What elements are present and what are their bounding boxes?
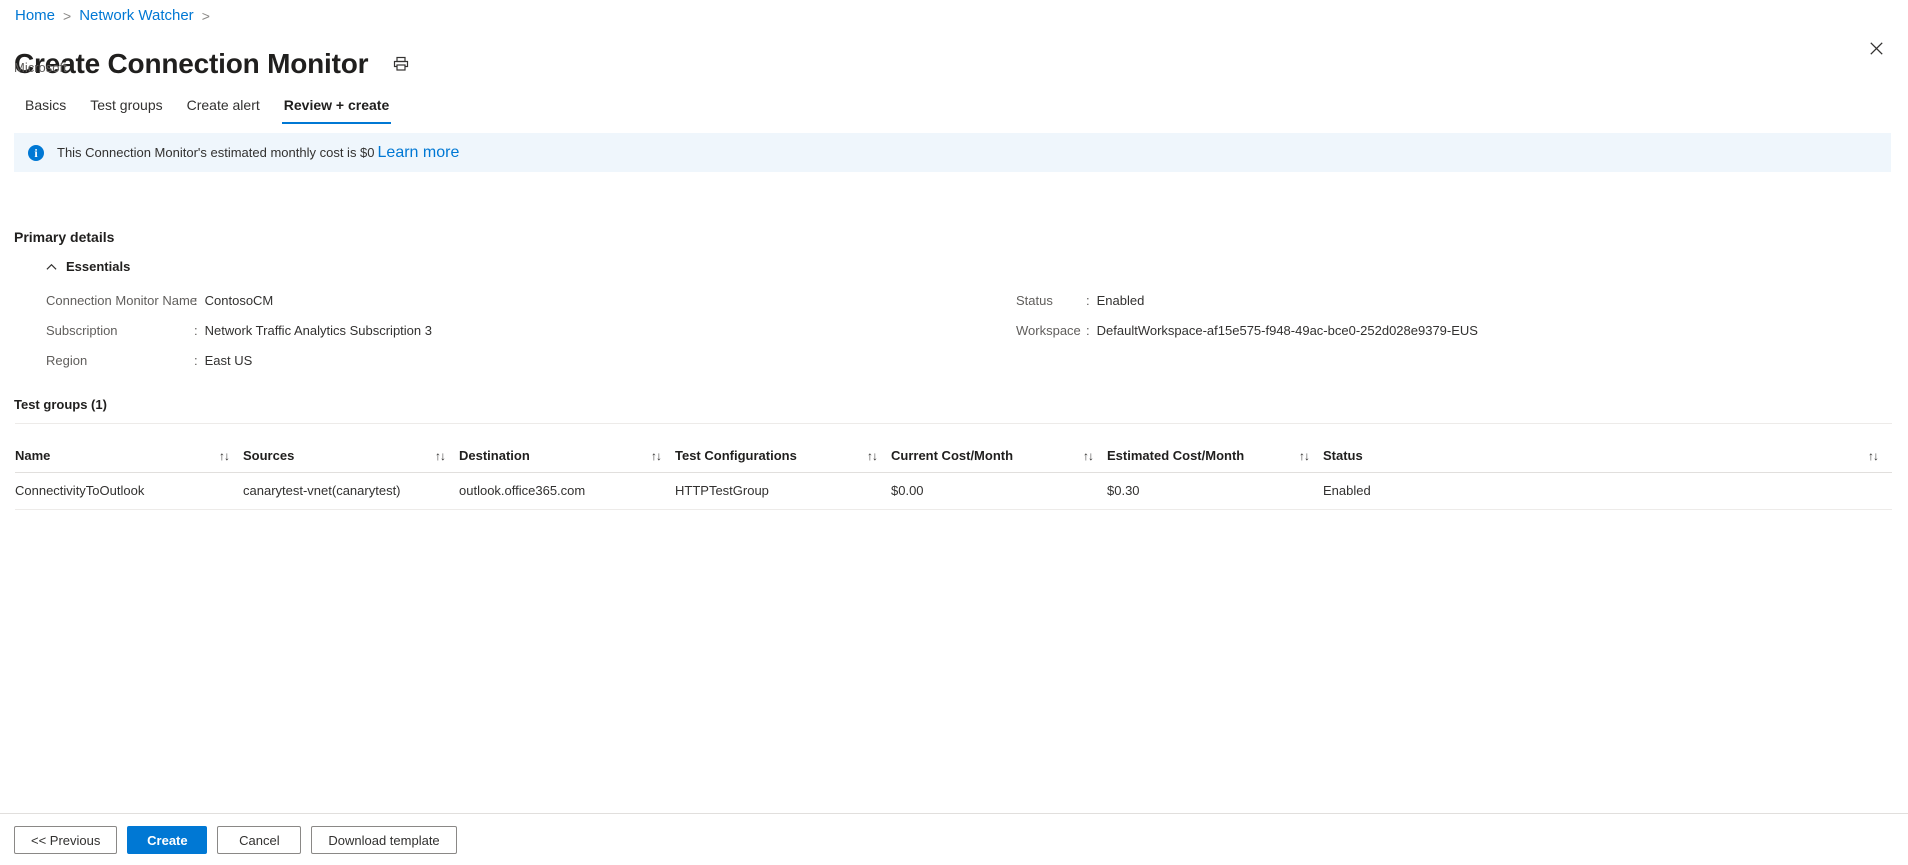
field-colon: : [1086, 323, 1090, 338]
footer-actions: << Previous Create Cancel Download templ… [14, 826, 457, 854]
field-label: Region [46, 353, 88, 368]
breadcrumb-item-network-watcher[interactable]: Network Watcher [79, 6, 193, 26]
tab-create-alert[interactable]: Create alert [175, 90, 272, 124]
essentials-label: Essentials [66, 259, 131, 274]
essentials-grid: Connection Monitor Name : ContosoCM Subs… [46, 292, 1876, 370]
column-header-status[interactable]: Status ↑↓ [1323, 440, 1892, 473]
sort-icon[interactable]: ↑↓ [867, 449, 878, 463]
cell-test-configurations: HTTPTestGroup [675, 472, 891, 510]
table-row[interactable]: ConnectivityToOutlook canarytest-vnet(ca… [15, 472, 1892, 510]
sort-icon[interactable]: ↑↓ [1083, 449, 1094, 463]
field-colon: : [194, 323, 198, 338]
cost-info-text: This Connection Monitor's estimated mont… [57, 144, 375, 160]
cell-status: Enabled [1323, 472, 1892, 510]
field-region: Region : East US [46, 352, 1016, 370]
field-label: Workspace [1016, 323, 1081, 338]
sort-icon[interactable]: ↑↓ [1868, 449, 1879, 463]
essentials-right-column: Status : Enabled Workspace : DefaultWork… [1016, 292, 1876, 370]
field-value: DefaultWorkspace-af15e575-f948-49ac-bce0… [1096, 323, 1478, 338]
column-label: Name [15, 448, 51, 463]
field-value: Network Traffic Analytics Subscription 3 [204, 323, 432, 338]
cell-estimated-cost: $0.30 [1107, 472, 1323, 510]
tab-review-create[interactable]: Review + create [272, 90, 401, 124]
field-value: East US [204, 353, 253, 368]
tab-basics[interactable]: Basics [13, 90, 78, 124]
breadcrumb-item-home[interactable]: Home [15, 6, 55, 26]
wizard-tabs: Basics Test groups Create alert Review +… [13, 90, 401, 124]
sort-icon[interactable]: ↑↓ [651, 449, 662, 463]
column-header-test-configurations[interactable]: Test Configurations ↑↓ [675, 440, 891, 473]
field-colon: : [194, 293, 198, 308]
cell-name: ConnectivityToOutlook [15, 472, 243, 510]
page-title-row: Create Connection Monitor [14, 28, 412, 100]
column-label: Estimated Cost/Month [1107, 448, 1245, 463]
chevron-up-icon [46, 263, 57, 270]
breadcrumb-separator-2: > [201, 8, 210, 24]
column-label: Current Cost/Month [891, 448, 1014, 463]
sort-icon[interactable]: ↑↓ [435, 449, 446, 463]
essentials-left-column: Connection Monitor Name : ContosoCM Subs… [46, 292, 1016, 370]
test-groups-table: Name ↑↓ Sources ↑↓ Destination ↑↓ Test C… [15, 440, 1892, 510]
table-header-row: Name ↑↓ Sources ↑↓ Destination ↑↓ Test C… [15, 440, 1892, 473]
info-icon: i [28, 144, 44, 161]
field-label: Subscription [46, 323, 118, 338]
previous-button[interactable]: << Previous [14, 826, 118, 854]
breadcrumb-separator-1: > [63, 8, 72, 24]
column-header-estimated-cost[interactable]: Estimated Cost/Month ↑↓ [1107, 440, 1323, 473]
page-subtitle: Microsoft [14, 60, 67, 75]
cost-info-banner: i This Connection Monitor's estimated mo… [14, 133, 1891, 172]
field-status: Status : Enabled [1016, 292, 1876, 310]
test-groups-heading: Test groups (1) [14, 397, 107, 412]
field-value: ContosoCM [204, 293, 274, 308]
field-subscription: Subscription : Network Traffic Analytics… [46, 322, 1016, 340]
breadcrumb: Home > Network Watcher > [15, 6, 212, 26]
print-icon[interactable] [390, 53, 412, 75]
field-colon: : [1086, 293, 1090, 308]
page-title: Create Connection Monitor [14, 47, 369, 79]
cancel-button[interactable]: Cancel [217, 826, 302, 854]
column-label: Sources [243, 448, 295, 463]
create-button[interactable]: Create [127, 826, 208, 854]
footer-divider [0, 813, 1908, 814]
cell-sources: canarytest-vnet(canarytest) [243, 472, 459, 510]
column-header-current-cost[interactable]: Current Cost/Month ↑↓ [891, 440, 1107, 473]
field-value: Enabled [1096, 293, 1145, 308]
field-label: Status [1016, 293, 1053, 308]
column-header-destination[interactable]: Destination ↑↓ [459, 440, 675, 473]
column-label: Destination [459, 448, 530, 463]
column-label: Status [1323, 448, 1363, 463]
field-colon: : [194, 353, 198, 368]
tab-test-groups[interactable]: Test groups [78, 90, 174, 124]
download-template-button[interactable]: Download template [311, 826, 457, 854]
primary-details-heading: Primary details [14, 229, 115, 245]
sort-icon[interactable]: ↑↓ [219, 449, 230, 463]
field-connection-monitor-name: Connection Monitor Name : ContosoCM [46, 292, 1016, 310]
cell-destination: outlook.office365.com [459, 472, 675, 510]
essentials-collapse-toggle[interactable]: Essentials [46, 258, 130, 276]
sort-icon[interactable]: ↑↓ [1299, 449, 1310, 463]
field-label: Connection Monitor Name [46, 293, 198, 308]
column-label: Test Configurations [675, 448, 797, 463]
cell-current-cost: $0.00 [891, 472, 1107, 510]
test-groups-divider [15, 423, 1892, 424]
close-icon[interactable] [1860, 32, 1892, 64]
field-workspace: Workspace : DefaultWorkspace-af15e575-f9… [1016, 322, 1876, 340]
column-header-name[interactable]: Name ↑↓ [15, 440, 243, 473]
learn-more-link[interactable]: Learn more [378, 144, 460, 162]
column-header-sources[interactable]: Sources ↑↓ [243, 440, 459, 473]
